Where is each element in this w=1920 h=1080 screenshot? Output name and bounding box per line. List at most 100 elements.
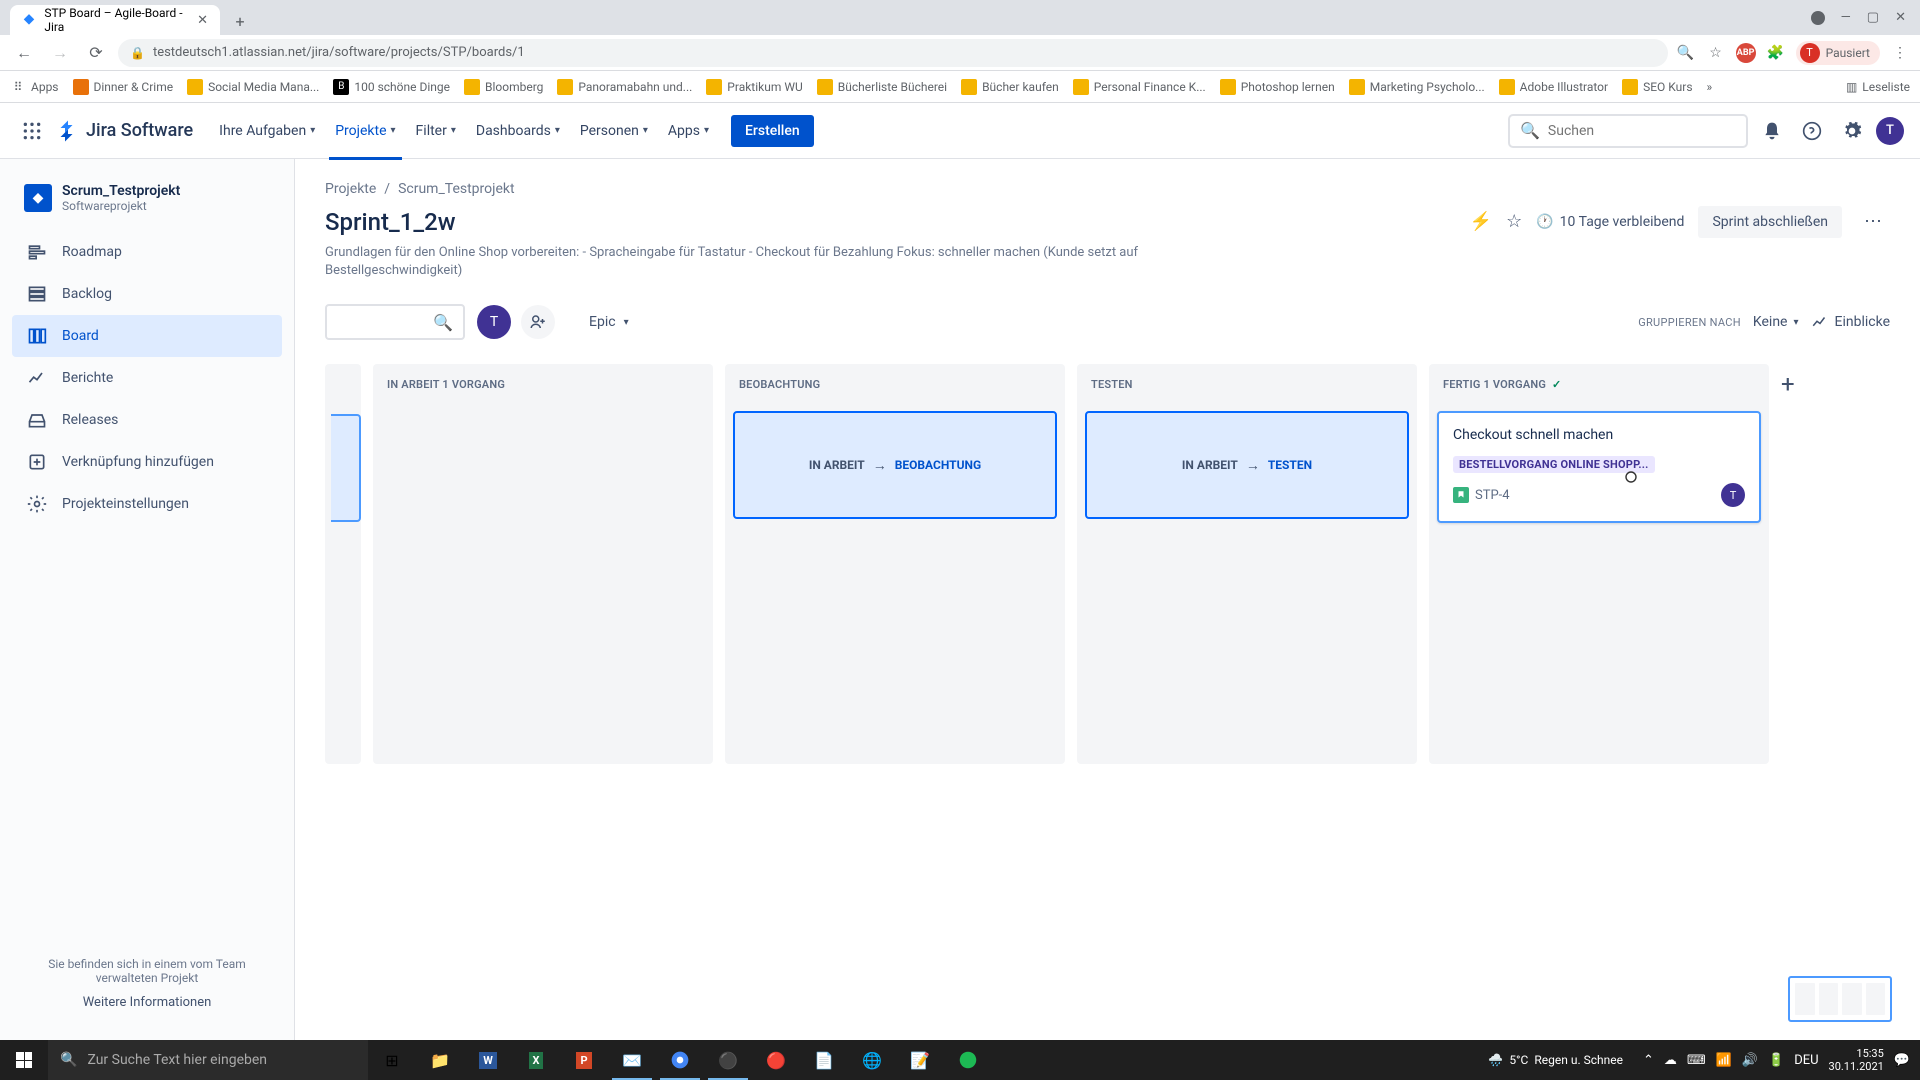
create-button[interactable]: Erstellen xyxy=(731,115,814,147)
issue-card[interactable]: Checkout schnell machen BESTELLVORGANG O… xyxy=(1437,411,1761,523)
insights-button[interactable]: Einblicke xyxy=(1811,313,1890,331)
powerpoint-icon[interactable]: P xyxy=(560,1040,608,1080)
global-search[interactable]: 🔍 xyxy=(1508,114,1748,148)
search-input[interactable] xyxy=(1548,123,1736,139)
sidebar-footer-link[interactable]: Weitere Informationen xyxy=(22,995,272,1010)
notifications-icon[interactable] xyxy=(1756,115,1788,147)
assignee-filter-avatar[interactable]: T xyxy=(477,305,511,339)
task-view-icon[interactable]: ⊞ xyxy=(368,1040,416,1080)
adblock-icon[interactable]: ABP xyxy=(1736,43,1756,63)
language-indicator[interactable]: DEU xyxy=(1794,1053,1818,1068)
close-window-icon[interactable]: ✕ xyxy=(1895,10,1906,25)
bookmark-item[interactable]: Bloomberg xyxy=(464,79,543,95)
sidebar-item-releases[interactable]: Releases xyxy=(12,399,282,441)
taskbar-clock[interactable]: 15:35 30.11.2021 xyxy=(1829,1047,1884,1073)
jira-logo[interactable]: Jira Software xyxy=(56,119,193,143)
nav-projects[interactable]: Projekte▾ xyxy=(329,115,401,147)
breadcrumb-project[interactable]: Scrum_Testprojekt xyxy=(398,181,515,197)
weather-widget[interactable]: 🌧️ 5°C Regen u. Schnee xyxy=(1488,1053,1623,1067)
add-column-button[interactable]: + xyxy=(1781,364,1795,764)
chrome-icon[interactable] xyxy=(656,1040,704,1080)
breadcrumb-projects[interactable]: Projekte xyxy=(325,181,376,197)
bookmark-item[interactable]: Social Media Mana... xyxy=(187,79,319,95)
zoom-icon[interactable]: 🔍 xyxy=(1676,43,1696,63)
address-bar[interactable]: 🔒 testdeutsch1.atlassian.net/jira/softwa… xyxy=(118,39,1668,67)
column-header[interactable]: FERTIG 1 VORGANG ✓ xyxy=(1429,364,1769,405)
input-icon[interactable]: ⌨ xyxy=(1687,1053,1706,1068)
new-tab-button[interactable]: + xyxy=(226,7,254,35)
bookmarks-overflow[interactable]: » xyxy=(1707,80,1713,94)
edge-icon[interactable]: 🌐 xyxy=(848,1040,896,1080)
browser-tab-active[interactable]: STP Board – Agile-Board - Jira ✕ xyxy=(10,5,220,35)
reload-button[interactable]: ⟳ xyxy=(82,43,110,62)
notifications-tray-icon[interactable]: 💬 xyxy=(1894,1053,1910,1068)
battery-icon[interactable]: 🔋 xyxy=(1768,1053,1784,1068)
app-switcher-icon[interactable] xyxy=(16,115,48,147)
bookmark-item[interactable]: Personal Finance K... xyxy=(1073,79,1206,95)
profile-chip[interactable]: T Pausiert xyxy=(1796,41,1880,65)
volume-icon[interactable]: 🔊 xyxy=(1742,1053,1758,1068)
complete-sprint-button[interactable]: Sprint abschließen xyxy=(1698,206,1842,238)
app-icon[interactable]: 📄 xyxy=(800,1040,848,1080)
board-search[interactable]: 🔍 xyxy=(325,304,465,340)
project-header[interactable]: ◆ Scrum_Testprojekt Softwareprojekt xyxy=(12,179,282,231)
tab-close-icon[interactable]: ✕ xyxy=(197,13,208,28)
automation-icon[interactable]: ⚡ xyxy=(1470,211,1492,232)
nav-people[interactable]: Personen▾ xyxy=(574,115,654,147)
notepad-icon[interactable]: 📝 xyxy=(896,1040,944,1080)
add-assignee-button[interactable] xyxy=(521,305,555,339)
apps-bookmark[interactable]: ⠿Apps xyxy=(10,79,59,95)
sidebar-item-add-link[interactable]: Verknüpfung hinzufügen xyxy=(12,441,282,483)
bookmark-item[interactable]: SEO Kurs xyxy=(1622,79,1692,95)
nav-filters[interactable]: Filter▾ xyxy=(410,115,462,147)
tray-chevron-icon[interactable]: ⌃ xyxy=(1643,1053,1654,1068)
extensions-icon[interactable]: 🧩 xyxy=(1766,43,1786,63)
column-header[interactable]: IN ARBEIT 1 VORGANG xyxy=(373,364,713,405)
start-button[interactable] xyxy=(0,1040,48,1080)
epic-dropdown[interactable]: Epic▾ xyxy=(579,308,639,336)
dropzone-partial[interactable] xyxy=(331,414,361,522)
menu-icon[interactable]: ⋮ xyxy=(1890,43,1910,63)
column-header[interactable]: TESTEN xyxy=(1077,364,1417,405)
bookmark-item[interactable]: Marketing Psycholo... xyxy=(1349,79,1485,95)
sidebar-item-roadmap[interactable]: Roadmap xyxy=(12,231,282,273)
word-icon[interactable]: W xyxy=(464,1040,512,1080)
excel-icon[interactable]: X xyxy=(512,1040,560,1080)
star-icon[interactable]: ☆ xyxy=(1506,211,1522,232)
card-assignee-avatar[interactable]: T xyxy=(1721,483,1745,507)
file-explorer-icon[interactable]: 📁 xyxy=(416,1040,464,1080)
dropzone-test[interactable]: IN ARBEIT → TESTEN xyxy=(1085,411,1409,519)
settings-icon[interactable] xyxy=(1836,115,1868,147)
more-actions-icon[interactable]: ⋯ xyxy=(1856,205,1890,238)
bookmark-item[interactable]: Dinner & Crime xyxy=(73,79,174,95)
nav-your-work[interactable]: Ihre Aufgaben▾ xyxy=(213,115,321,147)
nav-apps[interactable]: Apps▾ xyxy=(662,115,715,147)
bookmark-star-icon[interactable]: ☆ xyxy=(1706,43,1726,63)
help-icon[interactable] xyxy=(1796,115,1828,147)
column-header[interactable]: BEOBACHTUNG xyxy=(725,364,1065,405)
bookmark-item[interactable]: Photoshop lernen xyxy=(1220,79,1335,95)
bookmark-item[interactable]: Adobe Illustrator xyxy=(1499,79,1608,95)
card-key[interactable]: STP-4 xyxy=(1453,487,1510,503)
bookmark-item[interactable]: B100 schöne Dinge xyxy=(333,79,450,95)
sidebar-item-settings[interactable]: Projekteinstellungen xyxy=(12,483,282,525)
maximize-icon[interactable]: ▢ xyxy=(1867,10,1879,25)
group-by-dropdown[interactable]: Keine▾ xyxy=(1753,314,1799,330)
account-indicator-icon[interactable] xyxy=(1811,11,1825,25)
sidebar-item-board[interactable]: Board xyxy=(12,315,282,357)
taskbar-search[interactable]: 🔍 Zur Suche Text hier eingeben xyxy=(48,1040,368,1080)
onedrive-icon[interactable]: ☁ xyxy=(1664,1053,1677,1068)
minimize-icon[interactable]: — xyxy=(1841,10,1851,25)
wifi-icon[interactable]: 📶 xyxy=(1716,1053,1732,1068)
reading-list-button[interactable]: ▥ Leseliste xyxy=(1846,80,1910,94)
spotify-icon[interactable] xyxy=(944,1040,992,1080)
app-icon[interactable]: 🔴 xyxy=(752,1040,800,1080)
back-button[interactable]: ← xyxy=(10,43,38,63)
bookmark-item[interactable]: Bücher kaufen xyxy=(961,79,1059,95)
sidebar-item-reports[interactable]: Berichte xyxy=(12,357,282,399)
mail-icon[interactable]: ✉️ xyxy=(608,1040,656,1080)
dropzone-observe[interactable]: IN ARBEIT → BEOBACHTUNG xyxy=(733,411,1057,519)
board-minimap[interactable] xyxy=(1788,976,1892,1022)
obs-icon[interactable]: ⚫ xyxy=(704,1040,752,1080)
bookmark-item[interactable]: Panoramabahn und... xyxy=(557,79,692,95)
